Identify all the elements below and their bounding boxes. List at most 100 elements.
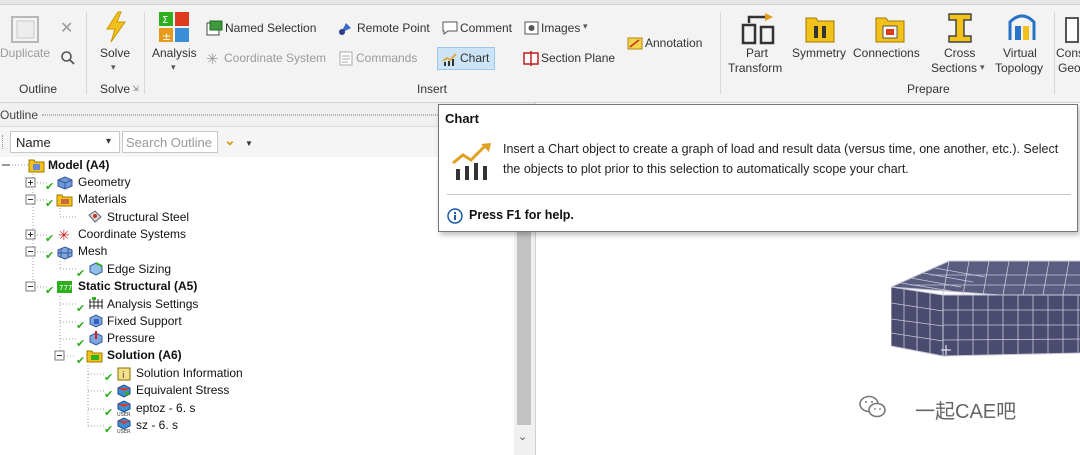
materials-icon [56,194,73,207]
svg-text:777: 777 [59,284,72,292]
images-button[interactable]: Images [541,21,580,35]
name-filter-dropdown[interactable]: Name ▾ [10,131,120,153]
svg-text:USER: USER [117,429,131,433]
check-icon: ✔ [104,372,114,384]
mesh-model[interactable] [891,253,1080,363]
coordinate-system-button[interactable]: Coordinate System [224,51,326,65]
scroll-down-icon[interactable]: ⌄ [518,430,527,443]
comment-button[interactable]: Comment [460,21,512,35]
pressure-icon [89,331,103,346]
commands-button[interactable]: Commands [356,51,417,65]
mesh-icon [57,246,73,260]
chevron-down-icon[interactable]: ▾ [583,21,588,32]
chevron-down-icon[interactable]: ▾ [171,62,176,73]
symmetry-button[interactable]: Symmetry [792,46,846,60]
watermark-text: 一起CAE吧 [915,401,1017,423]
wechat-logo-icon [859,395,886,418]
user-defined-result-icon: USER [117,400,131,416]
chart-button-label: Chart [460,51,490,65]
remote-point-button[interactable]: Remote Point [357,21,430,35]
dropdown-arrow-icon[interactable]: ▼ [245,139,253,148]
lightning-solve-icon[interactable] [104,11,128,43]
chevron-down-icon[interactable]: ▾ [980,62,985,73]
search-outline-input[interactable]: Search Outline [122,131,218,153]
virtual-topology-icon[interactable] [1006,12,1038,44]
group-divider [86,12,87,94]
chart-button[interactable]: Chart [437,47,495,70]
cross-sections-icon[interactable] [946,12,974,44]
part-transform-icon[interactable] [741,13,775,45]
check-icon: ✔ [45,250,55,262]
tree-item-materials[interactable]: Materials [78,191,127,208]
annotation-icon[interactable] [627,36,643,51]
annotation-button[interactable]: Annotation [645,36,702,50]
construction-geometry-label[interactable]: Geo [1058,61,1080,75]
insert-group-label: Insert [417,82,448,96]
tree-item-pressure[interactable]: Pressure [107,330,155,347]
tree-item-structural-steel[interactable]: Structural Steel [107,209,189,226]
tree-item-fixed-support[interactable]: Fixed Support [107,313,182,330]
connections-button[interactable]: Connections [853,46,920,60]
tooltip-help-text: Press F1 for help. [469,208,574,222]
connections-icon[interactable] [874,12,906,44]
group-divider [1054,12,1055,94]
geometry-icon [57,176,73,190]
check-icon: ✔ [104,424,114,436]
filter-grip [2,135,5,149]
tree-item-static-structural[interactable]: Static Structural (A5) [78,278,197,295]
dialog-launcher-icon[interactable]: ⇲ [132,84,139,93]
tooltip-title: Chart [445,111,479,126]
chevron-down-icon[interactable]: ▾ [111,62,116,73]
check-icon: ✔ [45,198,55,210]
named-selection-icon[interactable] [206,20,223,36]
check-icon: ✔ [45,285,55,297]
images-icon[interactable] [524,21,539,35]
close-icon[interactable]: ✕ [60,18,73,38]
tree-item-eptoz[interactable]: eptoz - 6. s [136,400,195,417]
tree-item-solution-information[interactable]: Solution Information [136,365,243,382]
analysis-button[interactable]: Analysis [152,46,197,60]
ribbon-toolbar: Duplicate ✕ Outline Solve ▾ Solve ⇲ Σ ± A… [0,0,1080,103]
tree-item-equivalent-stress[interactable]: Equivalent Stress [136,382,229,399]
section-plane-button[interactable]: Section Plane [541,51,615,65]
tree-item-model[interactable]: Model (A4) [48,157,109,174]
virtual-topology-label[interactable]: Virtual [1003,46,1037,60]
construction-geometry-label[interactable]: Cons [1056,46,1080,60]
part-transform-label[interactable]: Part [746,46,768,60]
material-icon [88,210,102,223]
chevron-down-icon[interactable]: ⌄ [224,132,236,149]
check-icon: ✔ [76,338,86,350]
tree-item-coordinate-systems[interactable]: Coordinate Systems [78,226,186,243]
chart-tooltip: Chart Insert a Chart object to create a … [438,104,1078,232]
section-plane-icon[interactable] [523,51,539,66]
svg-text:i: i [122,371,125,381]
duplicate-icon[interactable] [9,14,41,44]
construction-geometry-icon[interactable] [1064,12,1080,44]
cross-sections-label[interactable]: Sections [931,61,977,75]
virtual-topology-label[interactable]: Topology [995,61,1043,75]
tree-item-analysis-settings[interactable]: Analysis Settings [107,296,198,313]
solve-button[interactable]: Solve [100,46,130,60]
check-icon: ✔ [76,355,86,367]
outline-panel-title: Outline [0,108,39,122]
tree-item-geometry[interactable]: Geometry [78,174,131,191]
analysis-icon[interactable]: Σ± [158,11,190,43]
check-icon: ✔ [104,389,114,401]
comment-icon[interactable] [442,21,458,35]
tree-item-solution[interactable]: Solution (A6) [107,347,182,364]
named-selection-button[interactable]: Named Selection [225,21,316,35]
coordinate-system-icon[interactable]: ✳ [206,50,219,68]
part-transform-label[interactable]: Transform [728,61,782,75]
commands-icon[interactable] [339,51,353,66]
tooltip-divider [447,194,1071,195]
tree-item-sz[interactable]: sz - 6. s [136,417,178,434]
duplicate-button[interactable]: Duplicate [0,46,50,60]
tree-item-edge-sizing[interactable]: Edge Sizing [107,261,171,278]
symmetry-icon[interactable] [804,12,836,44]
solve-group-label: Solve [100,82,131,96]
search-icon[interactable] [60,50,76,66]
info-icon [447,208,463,224]
cross-sections-label[interactable]: Cross [944,46,975,60]
tree-item-mesh[interactable]: Mesh [78,243,107,260]
remote-point-icon[interactable] [338,20,354,36]
